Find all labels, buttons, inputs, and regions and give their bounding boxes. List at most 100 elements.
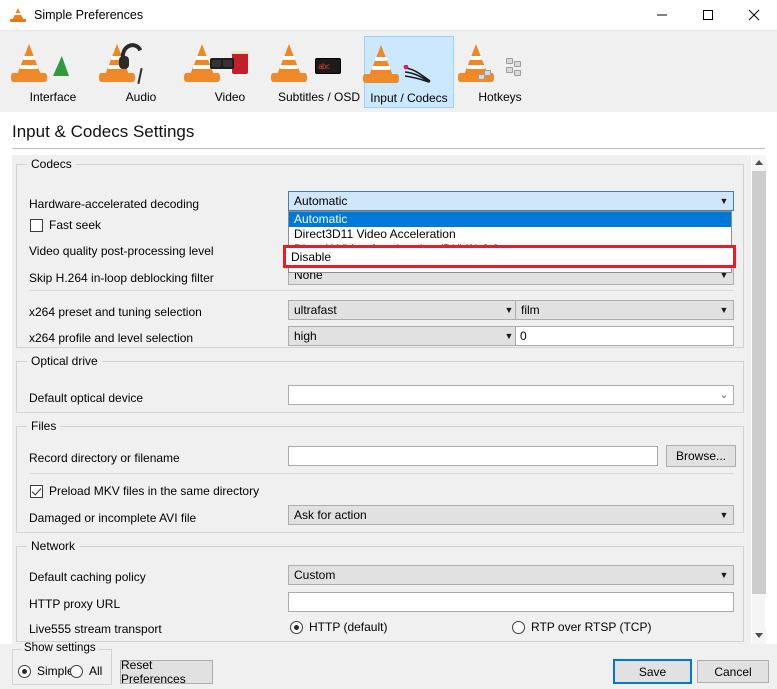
tab-audio[interactable]: Audio <box>96 36 186 108</box>
hardware-accelerated-decoding-value: Automatic <box>294 194 348 208</box>
dropdown-option-disable[interactable]: Disable <box>291 249 331 266</box>
page-title: Input & Codecs Settings <box>12 122 195 141</box>
x264-preset-value: ultrafast <box>294 303 337 317</box>
x264-tuning-value: film <box>521 303 540 317</box>
vlc-cone-display-icon: abc <box>271 42 343 86</box>
minimize-button[interactable] <box>639 0 685 30</box>
skip-h264-deblocking-label: Skip H.264 in-loop deblocking filter <box>29 271 214 285</box>
title-bar: Simple Preferences <box>0 0 777 30</box>
default-caching-policy-combobox[interactable]: Custom ▼ <box>288 565 734 585</box>
live555-rtp-radio[interactable]: RTP over RTSP (TCP) <box>512 620 651 634</box>
tab-hotkeys[interactable]: Hotkeys <box>455 36 545 108</box>
show-settings-all-label: All <box>89 664 103 678</box>
show-settings-all-radio[interactable]: All <box>70 664 102 678</box>
radio-ring <box>512 620 525 634</box>
chevron-down-icon: ▼ <box>719 569 729 580</box>
close-button[interactable] <box>731 0 777 30</box>
preferences-toolbar: Interface Audio Video abc Subtitles / OS… <box>0 30 777 112</box>
highlight-box-disable-option: Disable <box>283 245 736 268</box>
hardware-accelerated-decoding-combobox[interactable]: Automatic ▼ <box>288 191 734 211</box>
chevron-down-icon: ▼ <box>719 304 729 315</box>
x264-profile-level-label: x264 profile and level selection <box>29 331 194 345</box>
x264-profile-combobox[interactable]: high ▼ <box>288 326 519 346</box>
default-optical-device-label: Default optical device <box>29 391 144 405</box>
vlc-cone-headphones-icon <box>99 39 165 86</box>
show-settings-simple-label: Simple <box>37 664 74 678</box>
reset-preferences-label: Reset Preferences <box>121 658 186 686</box>
browse-button[interactable]: Browse... <box>666 445 736 467</box>
chevron-down-icon: ⌄ <box>719 388 729 401</box>
dropdown-option-automatic[interactable]: Automatic <box>289 212 731 227</box>
save-button-label: Save <box>638 664 667 679</box>
x264-level-input[interactable]: 0 <box>515 326 734 346</box>
record-directory-label: Record directory or filename <box>29 451 180 465</box>
damaged-avi-combobox[interactable]: Ask for action ▼ <box>288 505 734 525</box>
cancel-button[interactable]: Cancel <box>697 660 769 683</box>
save-button[interactable]: Save <box>613 659 692 684</box>
video-quality-postprocessing-label: Video quality post-processing level <box>29 244 214 258</box>
reset-preferences-button[interactable]: Reset Preferences <box>120 658 213 686</box>
dropdown-option-direct3d11[interactable]: Direct3D11 Video Acceleration <box>289 227 731 242</box>
show-settings-simple-radio[interactable]: Simple <box>18 664 74 678</box>
show-settings-title: Show settings <box>21 642 99 654</box>
fast-seek-label: Fast seek <box>49 218 102 232</box>
vlc-cone-cables-icon <box>363 43 433 87</box>
tab-interface-label: Interface <box>29 90 77 104</box>
hardware-accelerated-decoding-label: Hardware-accelerated decoding <box>29 197 200 211</box>
tab-input-codecs[interactable]: Input / Codecs <box>363 36 454 108</box>
http-proxy-url-input[interactable] <box>288 592 734 612</box>
chevron-down-icon: ▼ <box>719 509 729 520</box>
scroll-down-arrow-icon[interactable] <box>752 628 766 644</box>
tab-subtitles-osd-label: Subtitles / OSD <box>277 90 361 104</box>
tab-hotkeys-label: Hotkeys <box>478 90 522 104</box>
window-title: Simple Preferences <box>34 8 144 22</box>
group-codecs-title: Codecs <box>27 157 76 171</box>
vlc-cone-icon <box>10 7 26 23</box>
radio-ring <box>290 620 303 634</box>
scroll-up-arrow-icon[interactable] <box>752 155 766 171</box>
preload-mkv-checkbox[interactable]: Preload MKV files in the same directory <box>30 484 259 498</box>
tab-subtitles-osd[interactable]: abc Subtitles / OSD <box>271 36 364 108</box>
group-optical-drive-title: Optical drive <box>27 354 102 368</box>
vlc-cone-interface-icon <box>11 42 77 86</box>
tab-audio-label: Audio <box>125 90 157 104</box>
codecs-divider <box>29 290 734 291</box>
x264-preset-combobox[interactable]: ultrafast ▼ <box>288 300 519 320</box>
checkbox-box <box>30 218 43 232</box>
default-caching-policy-value: Custom <box>294 568 336 582</box>
vlc-cone-keyboard-icon <box>458 42 524 86</box>
http-proxy-url-label: HTTP proxy URL <box>29 597 121 611</box>
x264-tuning-combobox[interactable]: film ▼ <box>515 300 734 320</box>
chevron-down-icon: ▼ <box>719 195 729 206</box>
window-controls <box>639 0 777 30</box>
maximize-button[interactable] <box>685 0 731 30</box>
dialog-footer: Show settings Simple All Reset Preferenc… <box>0 642 777 689</box>
live555-http-radio[interactable]: HTTP (default) <box>290 620 387 634</box>
vertical-scrollbar[interactable] <box>751 155 766 644</box>
tab-video-label: Video <box>214 90 246 104</box>
record-directory-input[interactable] <box>288 446 658 466</box>
tab-input-codecs-label: Input / Codecs <box>370 91 448 105</box>
tab-video[interactable]: Video <box>184 36 275 108</box>
damaged-avi-value: Ask for action <box>294 508 367 522</box>
default-optical-device-combobox[interactable]: ⌄ <box>288 385 734 405</box>
files-divider <box>29 473 734 474</box>
x264-preset-tuning-label: x264 preset and tuning selection <box>29 305 202 319</box>
scrollbar-thumb[interactable] <box>752 171 766 594</box>
preload-mkv-label: Preload MKV files in the same directory <box>49 484 260 498</box>
vlc-cone-3dglasses-popcorn-icon <box>184 42 254 86</box>
damaged-avi-label: Damaged or incomplete AVI file <box>29 511 197 525</box>
tab-interface[interactable]: Interface <box>8 36 98 108</box>
checkbox-box <box>30 484 43 498</box>
fast-seek-checkbox[interactable]: Fast seek <box>30 218 101 232</box>
cable-icon <box>403 65 431 83</box>
x264-profile-value: high <box>294 329 317 343</box>
radio-ring <box>70 664 83 678</box>
cancel-button-label: Cancel <box>714 664 752 679</box>
live555-stream-transport-label: Live555 stream transport <box>29 622 162 636</box>
page-title-divider <box>12 148 765 149</box>
live555-http-label: HTTP (default) <box>309 620 388 634</box>
browse-button-label: Browse... <box>675 449 726 463</box>
default-caching-policy-label: Default caching policy <box>29 570 146 584</box>
radio-ring <box>18 664 31 678</box>
